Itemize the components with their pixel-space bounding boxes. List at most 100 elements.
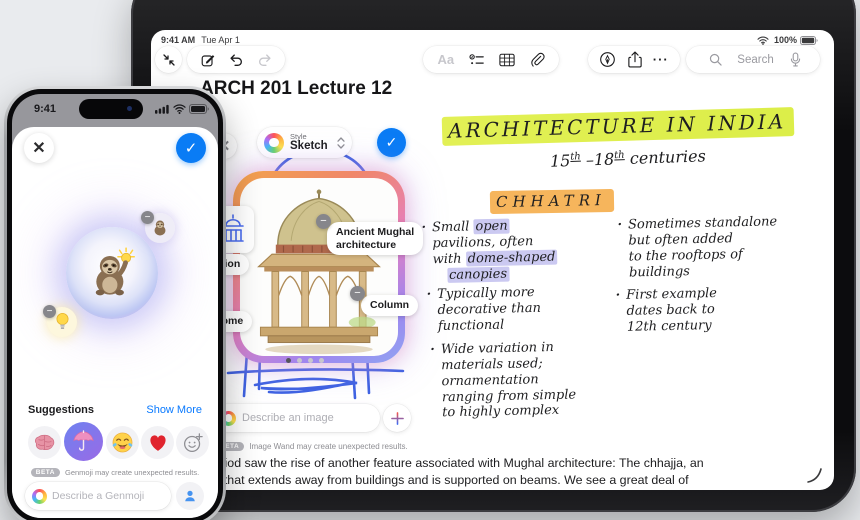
style-label: Style xyxy=(290,131,307,141)
label-ancient-mughal[interactable]: Ancient Mughal architecture xyxy=(327,222,424,256)
table-icon[interactable] xyxy=(499,53,515,67)
note-bullet-standalone: · Sometimes standalone but often added to… xyxy=(617,214,778,281)
collapse-icon xyxy=(162,53,176,67)
genmoji-result-orb[interactable] xyxy=(66,227,158,319)
heart-emoji-icon xyxy=(149,434,166,451)
lightbulb-ingredient-chip[interactable]: − xyxy=(43,305,77,337)
describe-genmoji-field[interactable] xyxy=(25,482,171,510)
ipad-status-date: Tue Apr 1 xyxy=(201,35,240,45)
brain-emoji-suggestion[interactable] xyxy=(28,426,61,459)
beta-text: Genmoji may create unexpected results. xyxy=(64,468,200,477)
describe-image-field[interactable] xyxy=(213,404,380,432)
ipad-status-time: 9:41 AM xyxy=(161,35,196,45)
genmoji-accept-button[interactable]: ✓ xyxy=(176,133,206,163)
remove-label-button[interactable]: − xyxy=(350,286,365,301)
person-icon xyxy=(185,490,195,502)
genmoji-close-button[interactable]: ✕ xyxy=(24,133,54,163)
label-column[interactable]: Column xyxy=(361,295,419,316)
generated-image-frame xyxy=(233,171,405,363)
battery-icon xyxy=(189,104,209,114)
iphone-status-bar: 9:41 xyxy=(12,94,218,128)
remove-label-button[interactable]: − xyxy=(316,214,331,229)
share-toolbar-group: ··· xyxy=(588,46,680,73)
ipad-status-bar: 9:41 AM Tue Apr 1 100% xyxy=(161,33,818,47)
remove-ingredient-button[interactable]: − xyxy=(43,305,56,318)
new-genmoji-button[interactable] xyxy=(176,426,209,459)
umbrella-genmoji-icon xyxy=(73,430,94,451)
handwritten-heading: ARCHITECTURE IN INDIA xyxy=(441,107,795,146)
search-icon xyxy=(699,53,732,66)
note-bullet-materials: · Wide variation in materials used; ornam… xyxy=(430,339,577,421)
new-emoji-plus-icon xyxy=(183,432,203,452)
markup-pen-icon[interactable] xyxy=(599,51,616,68)
ipad-battery-percent: 100% xyxy=(773,35,797,45)
image-playground-icon xyxy=(264,132,284,153)
laughing-emoji-icon xyxy=(112,432,133,453)
style-value: Sketch xyxy=(290,140,328,153)
wifi-icon xyxy=(757,36,769,45)
ipad-notes-app: 9:41 AM Tue Apr 1 100% Aa ··· Search ARC… xyxy=(151,30,834,490)
handwritten-section-title: CHHATRI xyxy=(489,188,615,215)
text-style-button[interactable]: Aa xyxy=(437,52,454,67)
ipad-device: 9:41 AM Tue Apr 1 100% Aa ··· Search ARC… xyxy=(131,0,856,512)
compose-icon[interactable] xyxy=(200,52,216,68)
laughing-emoji-suggestion[interactable] xyxy=(106,426,139,459)
note-title: ARCH 201 Lecture 12 xyxy=(200,78,393,99)
iphone-device: 9:41 ✕ ✓ − − Suggestions Show More BETA … xyxy=(4,86,226,520)
plus-icon xyxy=(390,411,404,425)
sloth-lightbulb-genmoji xyxy=(95,247,135,296)
battery-icon xyxy=(800,35,818,45)
image-wand-beta-note: BETA Image Wand may create unexpected re… xyxy=(215,442,408,451)
remove-ingredient-button[interactable]: − xyxy=(141,211,154,224)
note-bullet-first-example: · First example dates back to 12th centur… xyxy=(615,285,718,335)
redo-icon[interactable] xyxy=(257,52,273,68)
describe-image-input[interactable] xyxy=(242,412,352,424)
suggestions-label: Suggestions xyxy=(28,404,95,416)
chevron-up-down-icon xyxy=(337,136,345,149)
iphone-status-time: 9:41 xyxy=(34,103,57,115)
attachment-icon[interactable] xyxy=(530,52,545,67)
add-prompt-button[interactable] xyxy=(383,404,411,432)
lightbulb-emoji-icon xyxy=(56,313,68,329)
beta-text: Image Wand may create unexpected results… xyxy=(249,442,408,451)
edit-toolbar-group xyxy=(187,46,285,73)
search-field[interactable]: Search xyxy=(686,46,820,73)
dictation-mic-icon[interactable] xyxy=(779,52,812,67)
marketing-scene: 9:41 AM Tue Apr 1 100% Aa ··· Search ARC… xyxy=(0,0,860,520)
wifi-icon xyxy=(173,104,186,114)
collapse-button[interactable] xyxy=(155,46,182,73)
suggestions-header: Suggestions Show More xyxy=(12,404,218,416)
undo-icon[interactable] xyxy=(228,52,244,68)
note-bullet-small-open-pavilions: · Small open pavilions, often with dome-sh… xyxy=(421,218,558,283)
brain-emoji-icon xyxy=(35,434,55,451)
note-bullet-decorative: · Typically more decorative than function… xyxy=(426,284,542,334)
genmoji-beta-note: BETA Genmoji may create unexpected resul… xyxy=(12,468,218,477)
genmoji-sheet: ✕ ✓ − − Suggestions Show More BETA Genmo… xyxy=(12,127,218,518)
page-dots[interactable] xyxy=(286,358,324,363)
wand-accept-button[interactable]: ✓ xyxy=(377,128,406,157)
umbrella-genmoji-suggestion[interactable] xyxy=(64,422,103,461)
cellular-icon xyxy=(155,104,169,114)
note-paragraph: s period saw the rise of another feature… xyxy=(197,456,704,487)
search-placeholder: Search xyxy=(737,53,774,66)
close-icon: ✕ xyxy=(32,140,46,157)
checklist-icon[interactable] xyxy=(469,53,485,67)
people-genmoji-button[interactable] xyxy=(176,482,204,510)
genmoji-swirl-icon xyxy=(32,488,47,504)
describe-genmoji-input[interactable] xyxy=(52,490,157,502)
sloth-ingredient-chip[interactable]: − xyxy=(141,211,175,243)
iphone-genmoji-ui: 9:41 ✕ ✓ − − Suggestions Show More BETA … xyxy=(12,94,218,518)
style-picker[interactable]: Style Sketch xyxy=(257,127,352,158)
page-curl-icon[interactable] xyxy=(806,466,824,484)
share-icon[interactable] xyxy=(627,51,642,68)
generated-pavilion-image xyxy=(240,178,398,356)
beta-badge: BETA xyxy=(30,468,60,477)
emoji-suggestions-row xyxy=(12,422,218,464)
check-icon: ✓ xyxy=(385,134,398,150)
dynamic-island xyxy=(79,99,143,119)
sloth-emoji-icon xyxy=(154,220,166,236)
check-icon: ✓ xyxy=(184,140,198,157)
more-button[interactable]: ··· xyxy=(653,52,669,67)
heart-emoji-suggestion[interactable] xyxy=(141,426,174,459)
show-more-link[interactable]: Show More xyxy=(146,404,202,416)
